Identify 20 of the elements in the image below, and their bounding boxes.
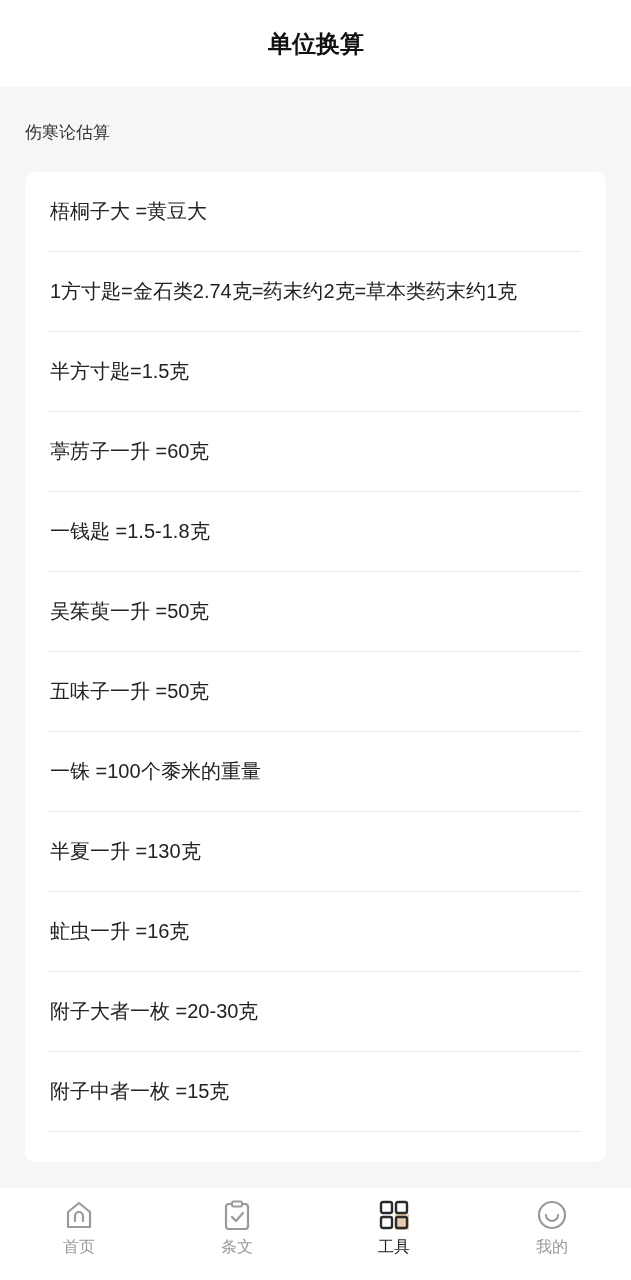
tab-button[interactable]: 首页 [0,1188,158,1280]
conversion-text: 虻虫一升 =16克 [49,919,190,944]
conversion-text: 吴茱萸一升 =50克 [49,599,210,624]
tab-button[interactable]: 工具 [315,1188,474,1280]
conversion-text: 一铢 =100个黍米的重量 [49,759,261,784]
smiley-face-icon [537,1200,568,1230]
conversion-text: 半方寸匙=1.5克 [49,359,190,384]
conversion-text: 1方寸匙=金石类2.74克=药末约2克=草本类药末约1克 [49,279,518,304]
conversion-text: 附子大者一枚 =20-30克 [49,999,259,1024]
conversion-text: 梧桐子大 =黄豆大 [49,199,208,224]
page-title: 单位换算 [267,28,364,59]
tab-button[interactable]: 我的 [473,1188,631,1280]
conversion-text: 五味子一升 =50克 [49,679,210,704]
conversion-text: 一钱匙 =1.5-1.8克 [49,519,210,544]
section-title: 伤寒论估算 [25,122,111,144]
conversion-text: 葶苈子一升 =60克 [49,439,210,464]
grid-icon [379,1200,410,1230]
tab-button[interactable]: 条文 [157,1188,316,1280]
conversion-text: 半夏一升 =130克 [49,839,201,864]
conversion-text: 附子中者一枚 =15克 [49,1079,230,1104]
